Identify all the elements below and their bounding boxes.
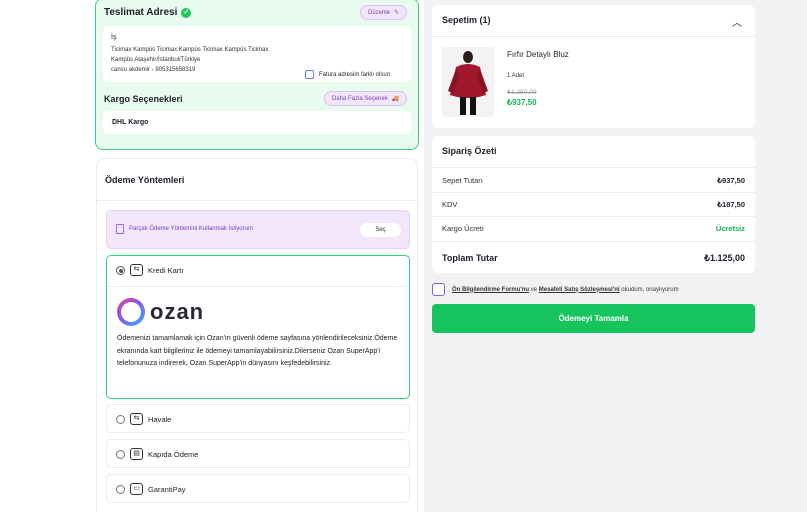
delivery-title: Teslimat Adresi ✓	[104, 7, 192, 18]
option-label: GarantiPay	[148, 485, 186, 494]
radio-cash-on-delivery[interactable]	[116, 450, 125, 459]
radio-havale[interactable]	[116, 415, 125, 424]
agreement-text: Ön Bilgilendirme Formu'nu ve Mesafeli Sa…	[452, 287, 679, 293]
more-options-label: Daha Fazla Seçenek	[332, 95, 388, 102]
summary-value: Ücretsiz	[715, 224, 745, 233]
total-label: Toplam Tutar	[442, 253, 498, 263]
summary-title: Sipariş Özeti	[442, 146, 497, 156]
payment-option-credit-card[interactable]: ⇆ Kredi Kartı ozan Ödemenizi tamamlamak …	[106, 255, 410, 399]
order-summary: Sipariş Özeti Sepet Tutarı ₺937,50 KDV ₺…	[432, 136, 755, 273]
pencil-icon: ✎	[394, 10, 400, 16]
payment-option-havale[interactable]: ⇆ Havale	[106, 404, 410, 433]
delivery-card: Teslimat Adresi ✓ Düzenle ✎ İş Ticimax K…	[95, 0, 419, 150]
summary-value: ₺187,50	[717, 200, 745, 209]
summary-row: KDV ₺187,50	[442, 200, 745, 209]
transfer-icon: ⇆	[130, 413, 143, 425]
checkbox-box[interactable]	[305, 70, 314, 79]
select-partial-button[interactable]: Seç	[360, 223, 401, 237]
radio-credit-card[interactable]	[116, 266, 125, 275]
summary-row: Kargo Ücreti Ücretsiz	[442, 224, 745, 233]
partial-payment-text: Parçalı Ödeme Yöntemini Kullanmak İstiyo…	[129, 226, 253, 232]
divider	[432, 216, 755, 217]
agreement-row: Ön Bilgilendirme Formu'nu ve Mesafeli Sa…	[432, 283, 679, 296]
distance-sales-link[interactable]: Mesafeli Satış Sözleşmesi'ni	[539, 287, 620, 293]
divider	[97, 200, 417, 201]
summary-label: Sepet Tutarı	[442, 176, 483, 185]
address-line2: Kampüs Ataşehir/İstanbul/Türkiye	[111, 57, 201, 63]
address-contact: cansu akdemir - 905315658319	[111, 67, 196, 73]
payment-option-garantipay[interactable]: ▭ GarantiPay	[106, 474, 410, 503]
ozan-logo-mark	[117, 298, 145, 326]
card-transfer-icon: ⇆	[130, 264, 143, 276]
edit-address-label: Düzenle	[368, 9, 391, 16]
delivery-title-text: Teslimat Adresi	[104, 7, 178, 18]
total-row: Toplam Tutar ₺1.125,00	[442, 253, 745, 264]
summary-value: ₺937,50	[717, 176, 745, 185]
address-box: İş Ticimax Kampüs Ticimax Kampüs Ticimax…	[103, 26, 411, 82]
cash-on-delivery-icon: ▤	[130, 448, 143, 460]
divider	[432, 192, 755, 193]
summary-label: KDV	[442, 200, 458, 209]
payment-title: Ödeme Yöntemleri	[105, 175, 185, 185]
cart-panel: Sepetim (1) ︿ Fırfır Detaylı Bluz 1 Adet…	[432, 5, 755, 128]
product-quantity: 1 Adet	[507, 73, 525, 79]
option-label: Havale	[148, 415, 172, 424]
product-name[interactable]: Fırfır Detaylı Bluz	[507, 50, 569, 59]
chevron-up-icon[interactable]: ︿	[732, 14, 742, 29]
pre-info-form-link[interactable]: Ön Bilgilendirme Formu'nu	[452, 287, 529, 293]
wallet-icon: ▭	[130, 483, 143, 495]
agreement-suffix: okudum, onaylıyorum	[621, 286, 679, 293]
address-name: İş	[111, 34, 117, 41]
address-line1: Ticimax Kampüs Ticimax Kampüs Ticimax Ka…	[111, 47, 269, 53]
edit-address-button[interactable]: Düzenle ✎	[360, 5, 408, 20]
summary-label: Kargo Ücreti	[442, 224, 484, 233]
ozan-logo-text: ozan	[150, 299, 205, 324]
check-icon: ✓	[181, 7, 192, 18]
product-image[interactable]	[442, 47, 494, 117]
partial-payment-banner: Parçalı Ödeme Yöntemini Kullanmak İstiyo…	[106, 210, 410, 249]
ozan-logo: ozan	[117, 298, 204, 326]
complete-payment-button[interactable]: Ödemeyi Tamamla	[432, 304, 755, 333]
more-options-button[interactable]: Daha Fazla Seçenek 🚚	[324, 91, 408, 106]
agreement-checkbox[interactable]	[432, 283, 445, 296]
divider	[432, 241, 755, 242]
summary-row: Sepet Tutarı ₺937,50	[442, 176, 745, 185]
total-value: ₺1.125,00	[704, 253, 745, 263]
cart-title: Sepetim (1)	[442, 15, 491, 25]
agreement-middle: ve	[530, 286, 538, 293]
cargo-title: Kargo Seçenekleri	[104, 94, 183, 104]
product-old-price: ₺1.250,00	[507, 89, 537, 96]
document-icon	[116, 224, 124, 234]
product-price: ₺937,50	[507, 98, 537, 107]
option-label: Kapıda Ödeme	[148, 450, 199, 459]
radio-garantipay[interactable]	[116, 485, 125, 494]
invoice-label: Fatura adresim farklı olsun	[319, 71, 391, 78]
ozan-description: Ödemenizi tamamlamak için Ozan'ın güvenl…	[117, 335, 398, 367]
divider	[432, 36, 755, 37]
payment-section: Ödeme Yöntemleri Parçalı Ödeme Yöntemini…	[96, 158, 418, 512]
different-invoice-checkbox[interactable]: Fatura adresim farklı olsun	[305, 70, 390, 79]
truck-icon: 🚚	[391, 96, 400, 102]
cargo-name: DHL Kargo	[112, 119, 149, 126]
divider	[432, 167, 755, 168]
payment-option-cash-on-delivery[interactable]: ▤ Kapıda Ödeme	[106, 439, 410, 468]
cargo-option[interactable]: DHL Kargo	[103, 111, 411, 134]
divider	[107, 286, 409, 287]
option-label: Kredi Kartı	[148, 266, 184, 275]
